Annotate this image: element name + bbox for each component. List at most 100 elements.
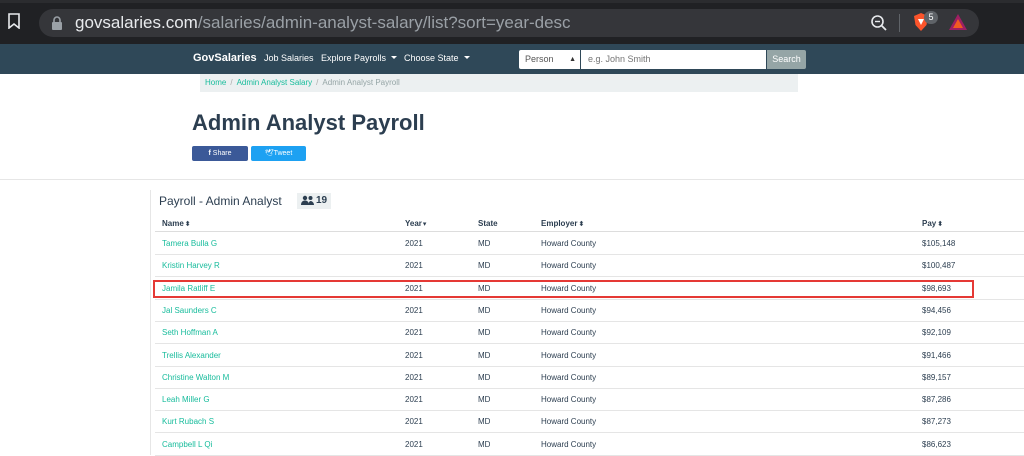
cell-state: MD <box>478 328 491 338</box>
column-header-employer-label: Employer <box>541 219 578 228</box>
column-header-name-label: Name <box>162 219 184 228</box>
cell-state: MD <box>478 417 491 427</box>
column-header-year-label: Year <box>405 219 422 228</box>
tweet-label: Tweet <box>273 150 293 157</box>
cell-employer: Howard County <box>541 417 597 427</box>
search-input[interactable] <box>581 50 766 69</box>
page-title: Admin Analyst Payroll <box>192 110 425 135</box>
table-row: Jal Saunders C 2021 MD Howard County $94,456 <box>155 300 1024 322</box>
cell-employer: Howard County <box>541 261 597 271</box>
tweet-button[interactable]: 🕊Tweet <box>251 146 306 161</box>
cell-year: 2021 <box>405 395 423 405</box>
brave-rewards-icon[interactable] <box>948 13 968 31</box>
tab-strip <box>0 0 1024 3</box>
search-type-select[interactable]: Person ▲ <box>519 50 580 69</box>
url-text: govsalaries.com/salaries/admin-analyst-s… <box>75 13 571 32</box>
breadcrumb-home[interactable]: Home <box>205 78 226 87</box>
breadcrumb-separator: / <box>316 78 319 87</box>
toolbar-separator <box>899 14 900 32</box>
cell-state: MD <box>478 261 491 271</box>
cell-name[interactable]: Kristin Harvey R <box>162 261 220 270</box>
cell-year: 2021 <box>405 328 423 338</box>
content-border <box>150 190 151 455</box>
twitter-icon: 🕊 <box>264 150 274 157</box>
cell-pay: $92,109 <box>922 328 951 338</box>
table-row: Leah Miller G 2021 MD Howard County $87,286 <box>155 389 1024 412</box>
cell-name[interactable]: Kurt Rubach S <box>162 417 214 426</box>
column-header-employer[interactable]: Employer⬍ <box>541 219 584 228</box>
cell-state: MD <box>478 395 491 405</box>
cell-year: 2021 <box>405 305 423 315</box>
cell-year: 2021 <box>405 417 423 427</box>
site-navbar: GovSalaries Job Salaries Explore Payroll… <box>0 44 1024 74</box>
address-bar[interactable]: govsalaries.com/salaries/admin-analyst-s… <box>39 9 979 37</box>
column-header-state: State <box>478 219 498 228</box>
cell-employer: Howard County <box>541 350 597 360</box>
cell-pay: $89,157 <box>922 372 951 382</box>
bookmark-icon[interactable] <box>8 13 20 30</box>
nav-explore-payrolls-label: Explore Payrolls <box>321 53 387 63</box>
column-header-pay-label: Pay <box>922 219 937 228</box>
cell-name[interactable]: Trellis Alexander <box>162 351 221 360</box>
cell-employer: Howard County <box>541 305 597 315</box>
cell-name[interactable]: Jal Saunders C <box>162 306 217 315</box>
cell-employer: Howard County <box>541 439 597 449</box>
cell-year: 2021 <box>405 261 423 271</box>
cell-pay: $86,623 <box>922 439 951 449</box>
nav-choose-state[interactable]: Choose State <box>404 53 470 63</box>
cell-year: 2021 <box>405 372 423 382</box>
cell-state: MD <box>478 239 491 248</box>
browser-toolbar: govsalaries.com/salaries/admin-analyst-s… <box>0 0 1024 44</box>
cell-pay: $100,487 <box>922 261 956 271</box>
site-logo[interactable]: GovSalaries <box>193 52 257 64</box>
lock-icon <box>51 15 63 31</box>
table-row: Kristin Harvey R 2021 MD Howard County $100,… <box>155 255 1024 278</box>
cell-state: MD <box>478 350 491 360</box>
cell-name[interactable]: Tamera Bulla G <box>162 239 217 248</box>
column-header-pay[interactable]: Pay⬍ <box>922 219 943 228</box>
breadcrumb-separator: / <box>230 78 233 87</box>
cell-pay: $87,286 <box>922 395 951 405</box>
share-label: Share <box>212 150 232 157</box>
divider <box>0 179 1024 180</box>
breadcrumb-admin-analyst-salary[interactable]: Admin Analyst Salary <box>237 78 313 87</box>
column-header-year[interactable]: Year▾ <box>405 219 426 228</box>
cell-pay: $91,466 <box>922 350 951 360</box>
users-icon <box>301 195 314 205</box>
cell-name[interactable]: Campbell L Qi <box>162 440 212 449</box>
cell-name[interactable]: Leah Miller G <box>162 395 210 404</box>
cell-state: MD <box>478 305 491 315</box>
cell-employer: Howard County <box>541 328 597 338</box>
highlight-box <box>153 280 974 298</box>
column-header-name[interactable]: Name⬍ <box>162 219 191 228</box>
search-button[interactable]: Search <box>767 50 806 69</box>
cell-state: MD <box>478 439 491 449</box>
table-row: Christine Walton M 2021 MD Howard County $89… <box>155 367 1024 389</box>
sort-icon: ⬍ <box>184 221 191 228</box>
nav-explore-payrolls[interactable]: Explore Payrolls <box>321 53 398 63</box>
sort-icon: ⬍ <box>937 221 944 228</box>
caret-down-icon <box>391 56 398 59</box>
cell-pay: $87,273 <box>922 417 951 427</box>
cell-employer: Howard County <box>541 395 597 405</box>
cell-name[interactable]: Seth Hoffman A <box>162 328 218 337</box>
caret-down-icon <box>463 56 470 59</box>
cell-pay: $105,148 <box>922 239 956 248</box>
breadcrumb: Home / Admin Analyst Salary / Admin Analyst … <box>200 74 798 92</box>
sort-icon: ⬍ <box>578 221 585 228</box>
sort-desc-icon: ▾ <box>422 221 427 228</box>
cell-name[interactable]: Christine Walton M <box>162 373 229 382</box>
nav-choose-state-label: Choose State <box>404 53 459 63</box>
employee-count: 19 <box>316 195 328 206</box>
table-header-rule <box>155 231 1024 232</box>
employee-count-badge: 19 <box>297 193 332 209</box>
breadcrumb-current: Admin Analyst Payroll <box>322 78 400 87</box>
table-row: Tamera Bulla G 2021 MD Howard County $105,14… <box>155 233 1024 255</box>
payroll-section-title: Payroll - Admin Analyst <box>159 194 282 208</box>
facebook-share-button[interactable]: f Share <box>192 146 248 161</box>
zoom-icon[interactable] <box>870 14 888 32</box>
cell-year: 2021 <box>405 439 423 449</box>
nav-job-salaries[interactable]: Job Salaries <box>264 53 314 63</box>
cell-state: MD <box>478 372 491 382</box>
search-type-value: Person <box>525 54 554 64</box>
